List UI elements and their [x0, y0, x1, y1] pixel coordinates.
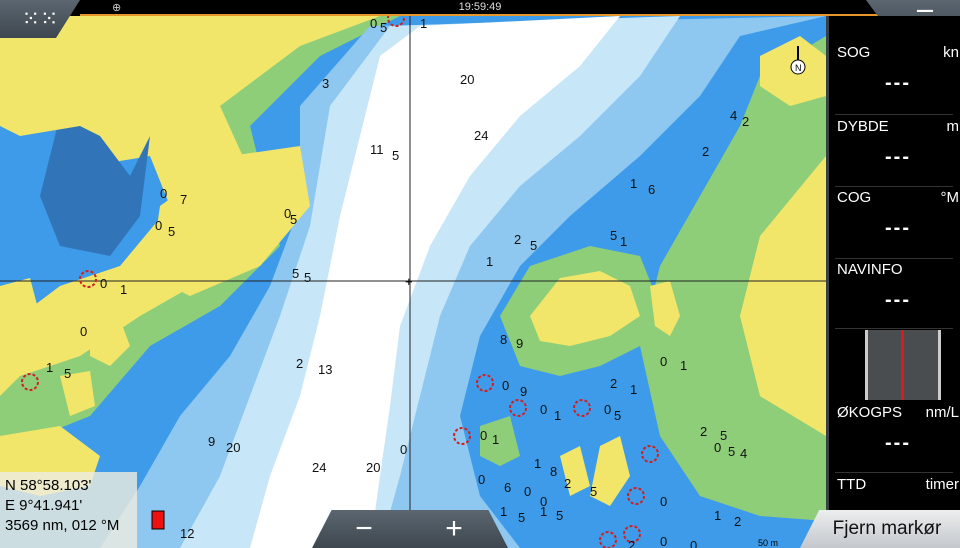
depth-value: 1	[554, 408, 561, 423]
navinfo-gauge	[865, 330, 941, 400]
cursor-latitude: N 58°58.103'	[5, 477, 92, 494]
depth-value: 0	[540, 402, 547, 417]
depth-value: 0	[660, 494, 667, 509]
depth-value: 5	[530, 238, 537, 253]
chart-canvas[interactable]: + N 0 5 13 202411 50524 21 60 70 52 510 18 95 505 12 1…	[0, 16, 826, 548]
depth-value: 4	[740, 446, 747, 461]
depth-value: 0	[480, 428, 487, 443]
depth-value: 2	[734, 514, 741, 529]
depth-value: 0	[502, 378, 509, 393]
zoom-out-button[interactable]: −	[344, 512, 384, 546]
depth-value: 5	[292, 266, 299, 281]
cursor-range-bearing: 3569 nm, 012 °M	[5, 517, 120, 534]
depth-value: 1	[620, 234, 627, 249]
depth-value: 24	[474, 128, 488, 143]
depth-value: 2	[296, 356, 303, 371]
depth-value: 24	[312, 460, 326, 475]
data-panel: SOG kn --- DYBDE m --- COG °M --- NAVINF…	[826, 16, 960, 548]
depth-value: 12	[180, 526, 194, 541]
depth-value: 9	[208, 434, 215, 449]
depth-value: 1	[534, 456, 541, 471]
depth-value: 0	[604, 402, 611, 417]
depth-value: 2	[742, 114, 749, 129]
cursor-longitude: E 9°41.941'	[5, 497, 83, 514]
depth-value: 11	[370, 142, 384, 157]
depth-value: 0	[478, 472, 485, 487]
depth-value: 9	[520, 384, 527, 399]
depth-value: 9	[516, 336, 523, 351]
depth-value: 20	[460, 72, 474, 87]
depth-value: 5	[518, 510, 525, 525]
depth-value: 0	[155, 218, 162, 233]
depth-value: 5	[64, 366, 71, 381]
depth-value: 1	[120, 282, 127, 297]
zoom-controls: − +	[312, 510, 508, 548]
depth-value: 2	[514, 232, 521, 247]
depth-value: 0	[160, 186, 167, 201]
depth-value: 5	[304, 270, 311, 285]
depth-value: 0	[400, 442, 407, 457]
depth-value: 4	[730, 108, 737, 123]
depth-value: 3	[322, 76, 329, 91]
remove-cursor-button[interactable]: Fjern markør	[800, 510, 960, 548]
depth-value: 1	[630, 382, 637, 397]
depth-value: 2	[628, 538, 635, 548]
depth-value: 0	[370, 16, 377, 31]
depth-value: 0	[100, 276, 107, 291]
depth-value: 5	[610, 228, 617, 243]
gauge-needle	[901, 330, 904, 400]
depth-value: 1	[500, 504, 507, 519]
depth-value: 0	[660, 354, 667, 369]
nautical-chart[interactable]: + N 0 5 1 3 20 24 11 5 0 5 2 4 2 1 6 0 7 0 5 2 5 1 0 1 8 9 5 5 0 5 1 2 1…	[0, 16, 826, 548]
depth-value: 0	[660, 534, 667, 548]
depth-value: 5	[556, 508, 563, 523]
cursor-info-box: N 58°58.103' E 9°41.941' 3569 nm, 012 °M	[0, 472, 137, 548]
depth-value: 1	[492, 432, 499, 447]
depth-value: 5	[614, 408, 621, 423]
depth-value: 8	[500, 332, 507, 347]
depth-value: 0	[80, 324, 87, 339]
depth-value: 2	[700, 424, 707, 439]
clock: 19:59:49	[458, 1, 502, 13]
depth-value: 20	[226, 440, 240, 455]
depth-value: 8	[550, 464, 557, 479]
depth-value: 5	[392, 148, 399, 163]
depth-value: 1	[486, 254, 493, 269]
marker-symbol	[151, 510, 165, 530]
depth-value: 0	[690, 538, 697, 548]
depth-value: 5	[380, 20, 387, 35]
north-label: N	[795, 63, 802, 73]
depth-value: 7	[180, 192, 187, 207]
depth-value: 2	[702, 144, 709, 159]
cursor-cross: +	[405, 274, 413, 289]
depth-value: 0	[524, 484, 531, 499]
depth-value: 2	[564, 476, 571, 491]
depth-value: 20	[366, 460, 380, 475]
depth-value: 5	[590, 484, 597, 499]
depth-value: 5	[728, 444, 735, 459]
scale-label: 50 m	[758, 538, 779, 548]
depth-value: 1	[420, 16, 427, 31]
depth-value: 5	[290, 212, 297, 227]
depth-value: 1	[630, 176, 637, 191]
depth-value: 1	[540, 504, 547, 519]
depth-value: 1	[680, 358, 687, 373]
depth-value: 6	[504, 480, 511, 495]
depth-value: 5	[168, 224, 175, 239]
depth-value: 1	[714, 508, 721, 523]
depth-value: 13	[318, 362, 332, 377]
zoom-in-button[interactable]: +	[434, 512, 474, 546]
depth-value: 5	[720, 428, 727, 443]
grid-icon: ⁙⁙	[21, 6, 59, 31]
depth-value: 2	[610, 376, 617, 391]
depth-value: 1	[46, 360, 53, 375]
depth-value: 6	[648, 182, 655, 197]
